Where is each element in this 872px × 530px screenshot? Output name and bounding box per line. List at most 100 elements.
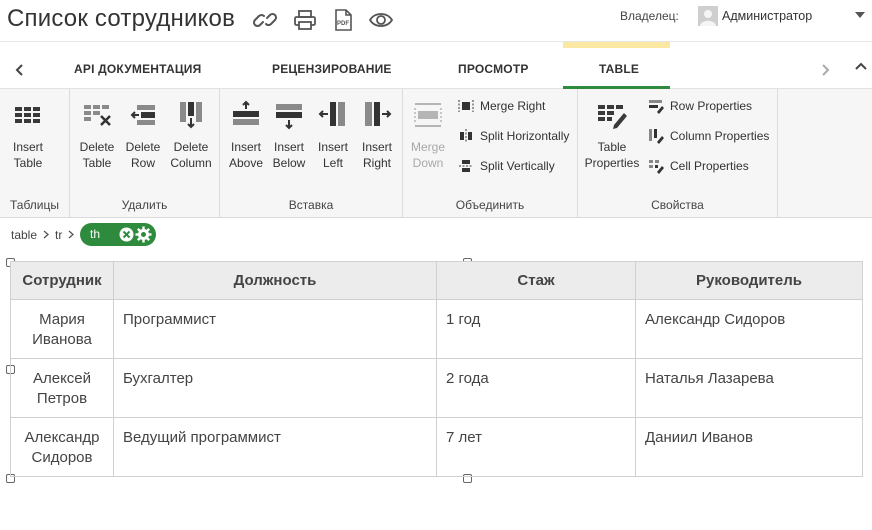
delete-row-button[interactable]: Delete Row — [122, 99, 164, 171]
cell-manager[interactable]: Наталья Лазарева — [635, 358, 863, 418]
ribbon-tabs: API ДОКУМЕНТАЦИЯ РЕЦЕНЗИРОВАНИЕ ПРОСМОТР… — [0, 42, 872, 89]
cell-position[interactable]: Ведущий программист — [113, 417, 437, 477]
table-properties-label: Table Properties — [584, 140, 640, 170]
tab-view[interactable]: ПРОСМОТР — [458, 62, 529, 76]
cell-experience[interactable]: 2 года — [436, 358, 636, 418]
cell-employee[interactable]: Мария Иванова — [10, 299, 114, 359]
table-row: Алексей Петров Бухгалтер 2 года Наталья … — [10, 358, 863, 418]
delete-table-label: Delete Table — [79, 140, 115, 170]
column-properties-label: Column Properties — [670, 129, 770, 143]
group-label-properties: Свойства — [651, 198, 704, 212]
delete-column-icon — [180, 102, 202, 129]
cell-employee[interactable]: Алексей Петров — [10, 358, 114, 418]
chevron-right-icon — [68, 230, 74, 239]
breadcrumb-item-tr[interactable]: tr — [55, 228, 62, 242]
owner-dropdown-caret-icon[interactable] — [855, 12, 865, 18]
pdf-icon[interactable]: PDF — [330, 8, 356, 32]
chevron-right-icon — [43, 230, 49, 239]
insert-left-button[interactable]: Insert Left — [314, 99, 352, 171]
insert-right-button[interactable]: Insert Right — [357, 99, 397, 171]
ribbon-group-properties: Table Properties Row Properties Column P… — [578, 89, 778, 218]
insert-table-button[interactable]: Insert Table — [8, 99, 48, 171]
row-properties-button[interactable]: Row Properties — [648, 97, 768, 115]
group-label-tables: Таблицы — [9, 198, 59, 212]
cell-position[interactable]: Бухгалтер — [113, 358, 437, 418]
tab-table[interactable]: TABLE — [599, 62, 639, 76]
merge-down-button[interactable]: Merge Down — [408, 99, 448, 171]
insert-table-icon — [15, 107, 40, 123]
tabs-scroll-left-icon[interactable] — [12, 62, 28, 78]
split-horizontally-label: Split Horizontally — [480, 129, 570, 143]
active-tab-marker — [563, 42, 670, 48]
link-icon[interactable] — [252, 8, 278, 32]
insert-above-icon — [233, 100, 259, 125]
employees-table[interactable]: Сотрудник Должность Стаж Руководитель Ма… — [10, 261, 863, 477]
split-vertically-button[interactable]: Split Vertically — [458, 157, 573, 175]
cell-properties-button[interactable]: Cell Properties — [648, 157, 768, 175]
tab-review[interactable]: РЕЦЕНЗИРОВАНИЕ — [272, 62, 392, 76]
split-vertically-label: Split Vertically — [480, 159, 555, 173]
header-position[interactable]: Должность — [113, 261, 437, 300]
ribbon-group-tables: Insert Table Таблицы — [0, 89, 70, 218]
tabs-scroll-right-icon[interactable] — [817, 62, 833, 78]
split-horizontally-icon — [460, 129, 472, 143]
insert-left-label: Insert Left — [317, 140, 348, 170]
remove-element-icon[interactable] — [119, 227, 134, 242]
cell-position[interactable]: Программист — [113, 299, 437, 359]
insert-right-label: Insert Right — [361, 140, 392, 170]
header-manager[interactable]: Руководитель — [635, 261, 863, 300]
insert-left-icon — [318, 102, 345, 126]
header-employee[interactable]: Сотрудник — [10, 261, 114, 300]
delete-row-label: Delete Row — [125, 140, 161, 170]
merge-right-icon — [458, 100, 474, 112]
breadcrumb-item-table[interactable]: table — [11, 228, 37, 242]
print-icon[interactable] — [292, 8, 318, 32]
column-properties-button[interactable]: Column Properties — [648, 127, 773, 145]
delete-column-label: Delete Column — [170, 140, 212, 170]
table-properties-button[interactable]: Table Properties — [584, 99, 640, 171]
merge-right-label: Merge Right — [480, 99, 546, 113]
cell-employee[interactable]: Александр Сидоров — [10, 417, 114, 477]
group-label-delete: Удалить — [121, 198, 168, 212]
cell-properties-icon — [649, 160, 664, 174]
delete-row-icon — [130, 105, 155, 125]
insert-below-icon — [276, 104, 302, 130]
cell-experience[interactable]: 1 год — [436, 299, 636, 359]
insert-below-button[interactable]: Insert Below — [269, 99, 309, 171]
cell-manager[interactable]: Александр Сидоров — [635, 299, 863, 359]
owner-name[interactable]: Администратор — [722, 9, 812, 23]
split-horizontally-button[interactable]: Split Horizontally — [458, 127, 576, 145]
ribbon-group-insert: Insert Above Insert Below Insert Left In… — [220, 89, 403, 218]
table-row: Александр Сидоров Ведущий программист 7 … — [10, 417, 863, 477]
merge-down-icon — [414, 103, 442, 127]
breadcrumb-current-element[interactable]: th — [80, 223, 156, 246]
group-label-merge: Объединить — [455, 198, 525, 212]
column-properties-icon — [649, 129, 664, 144]
table-row: Мария Иванова Программист 1 год Александ… — [10, 299, 863, 359]
table-properties-icon — [598, 105, 627, 129]
insert-table-label: Insert Table — [12, 140, 43, 170]
table-header-row: Сотрудник Должность Стаж Руководитель — [10, 261, 863, 300]
owner-label: Владелец: — [620, 9, 679, 23]
insert-above-button[interactable]: Insert Above — [226, 99, 266, 171]
header-experience[interactable]: Стаж — [436, 261, 636, 300]
collapse-ribbon-icon[interactable] — [853, 59, 869, 75]
merge-right-button[interactable]: Merge Right — [458, 97, 573, 115]
tab-api-documentation[interactable]: API ДОКУМЕНТАЦИЯ — [74, 62, 201, 76]
avatar[interactable] — [698, 6, 718, 26]
delete-column-button[interactable]: Delete Column — [168, 99, 214, 171]
delete-table-icon — [84, 105, 111, 126]
pdf-label: PDF — [337, 21, 349, 27]
row-properties-icon — [649, 100, 664, 114]
insert-right-icon — [365, 102, 392, 126]
page-title: Список сотрудников — [7, 5, 236, 32]
cell-manager[interactable]: Даниил Иванов — [635, 417, 863, 477]
breadcrumb-current-label: th — [90, 227, 101, 241]
employees-table-container: Сотрудник Должность Стаж Руководитель Ма… — [10, 261, 863, 477]
delete-table-button[interactable]: Delete Table — [76, 99, 118, 171]
eye-icon[interactable] — [368, 8, 394, 32]
gear-icon[interactable] — [135, 226, 152, 243]
cell-experience[interactable]: 7 лет — [436, 417, 636, 477]
page-header: Список сотрудников PDF Владелец: Админис — [0, 0, 872, 42]
ribbon-group-delete: Delete Table Delete Row Delete Column Уд… — [70, 89, 220, 218]
